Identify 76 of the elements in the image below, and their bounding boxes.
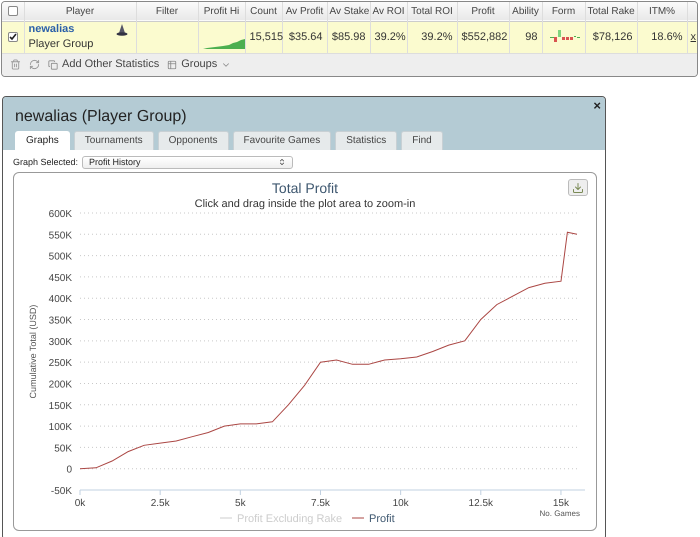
table-cell: 39.2% [407,21,457,53]
close-button[interactable]: × [593,98,601,112]
column-header[interactable]: Player [24,2,136,21]
column-header[interactable]: Filter [136,2,198,21]
download-icon [572,182,584,194]
tab[interactable]: Opponents [158,130,229,150]
column-header[interactable]: Av ROI [370,2,407,21]
add-statistics-button[interactable]: Add Other Statistics [48,56,160,73]
wizard-hat-icon [116,24,128,36]
row-checkbox[interactable] [8,32,18,42]
table-cell: $85.98 [327,21,370,53]
tab[interactable]: Favourite Games [232,130,332,150]
column-header[interactable]: Av Stake [327,2,370,21]
table-icon [167,60,178,70]
y-tick-label: 150K [48,400,72,412]
x-tick-label: 7.5k [311,498,330,509]
column-header[interactable]: Ability [509,2,542,21]
column-header[interactable]: Total Rake [585,2,637,21]
legend-item[interactable]: Profit [352,513,395,525]
y-tick-label: 50K [54,443,72,454]
y-tick-label: 250K [48,358,72,370]
copy-icon [48,60,58,70]
y-tick-label: 450K [48,272,72,284]
graph-select-label: Graph Selected: [13,156,78,169]
x-tick-label: 15k [552,498,570,509]
player-type: Player Group [28,37,94,52]
column-header[interactable]: Av Profit [282,2,327,21]
table-cell: $35.64 [282,21,327,53]
trash-icon[interactable] [10,59,21,70]
x-tick-label: 10k [392,498,409,509]
tab[interactable]: Graphs [15,130,70,150]
table-cell: 15,515 [245,21,282,53]
groups-button[interactable]: Groups [167,56,232,73]
y-tick-label: 0 [66,464,72,476]
column-header[interactable]: Count [245,2,282,21]
tab[interactable]: Statistics [335,130,398,150]
y-tick-label: 100K [48,422,72,434]
graph-select[interactable]: Profit History [82,156,294,169]
tab[interactable]: Find [401,130,443,150]
select-arrows-icon [278,158,286,166]
profit-sparkline [202,36,244,48]
select-all-checkbox[interactable] [8,6,18,16]
column-header[interactable]: Profit [457,2,509,21]
x-tick-label: 5k [235,498,246,509]
column-header[interactable]: Total ROI [407,2,457,21]
y-tick-label: 200K [48,379,72,390]
tab[interactable]: Tournaments [74,130,154,150]
chart-subtitle: Click and drag inside the plot area to zoom-in [194,198,416,210]
table-cell: 39.2% [370,21,407,53]
y-tick-label: 350K [48,316,72,327]
y-tick-label: 600K [48,209,72,220]
x-tick-label: 12.5k [468,498,494,509]
column-header[interactable]: ITM% [637,2,687,21]
chart-title: Total Profit [272,180,338,196]
table-cell: 18.6% [637,21,687,53]
dialog-title: newalias (Player Group) [15,106,188,126]
x-axis-title: No. Games [540,509,580,518]
y-tick-label: 300K [48,336,72,348]
y-tick-label: 550K [48,230,72,242]
refresh-icon[interactable] [29,59,40,70]
y-tick-label: 400K [48,294,72,306]
table-cell: $78,126 [585,21,637,53]
table-cell: 98 [509,21,542,53]
download-button[interactable] [568,179,588,196]
column-header[interactable]: Form [542,2,585,21]
legend-label: Profit [369,513,395,525]
remove-link[interactable]: x [690,30,696,43]
x-tick-label: 2.5k [150,498,170,509]
player-name-link[interactable]: newalias [28,22,94,37]
table-row[interactable]: newalias Player Group 15,515 $35.64 $85.98 39.2% 39.2% $552,882 98 $78,126 18.6% x [2,21,697,53]
column-header[interactable]: Profit Hi [198,2,245,21]
table-cell: $552,882 [457,21,509,53]
y-tick-label: -50K [50,486,72,497]
y-axis-title: Cumulative Total (USD) [28,304,38,398]
y-tick-label: 500K [48,252,72,263]
x-tick-label: 0k [74,498,86,509]
